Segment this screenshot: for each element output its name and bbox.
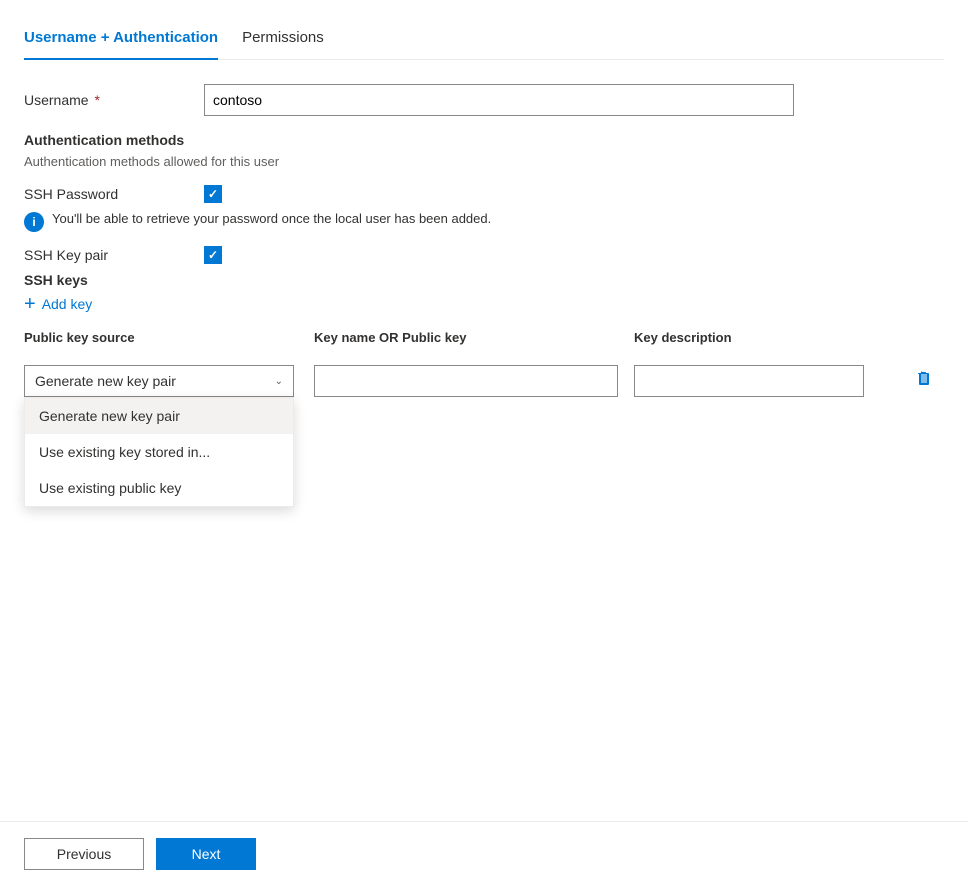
- ssh-keypair-label: SSH Key pair: [24, 247, 204, 263]
- ssh-password-checkbox[interactable]: ✓: [204, 185, 222, 203]
- key-table-header: Public key source Key name OR Public key…: [24, 330, 944, 353]
- auth-methods-title: Authentication methods: [24, 132, 944, 148]
- source-dropdown-menu: Generate new key pair Use existing key s…: [24, 397, 294, 507]
- auth-methods-subtitle: Authentication methods allowed for this …: [24, 154, 944, 169]
- ssh-keys-title: SSH keys: [24, 272, 944, 288]
- ssh-password-label: SSH Password: [24, 186, 204, 202]
- dropdown-option-generate[interactable]: Generate new key pair: [25, 398, 293, 434]
- username-row: Username *: [24, 84, 944, 116]
- ssh-keypair-row: SSH Key pair ✓: [24, 246, 944, 264]
- username-input[interactable]: [204, 84, 794, 116]
- col-header-description: Key description: [634, 330, 944, 345]
- delete-icon: [914, 369, 934, 389]
- dropdown-option-existing-public[interactable]: Use existing public key: [25, 470, 293, 506]
- auth-methods-section: Authentication methods Authentication me…: [24, 132, 944, 264]
- add-key-label: Add key: [42, 296, 93, 312]
- tab-permissions[interactable]: Permissions: [242, 17, 324, 60]
- tab-username-auth[interactable]: Username + Authentication: [24, 17, 218, 60]
- key-description-input[interactable]: [634, 365, 864, 397]
- col-header-name: Key name OR Public key: [314, 330, 634, 345]
- table-row: Generate new key pair ⌄ Generate new key…: [24, 353, 944, 397]
- plus-icon: +: [24, 294, 36, 314]
- key-name-input[interactable]: [314, 365, 618, 397]
- tabs: Username + Authentication Permissions: [24, 16, 944, 60]
- ssh-password-checkmark: ✓: [208, 187, 218, 201]
- ssh-keys-section: SSH keys + Add key Public key source Key…: [24, 272, 944, 397]
- bottom-bar: Previous Next: [0, 821, 968, 886]
- dropdown-option-existing-stored[interactable]: Use existing key stored in...: [25, 434, 293, 470]
- required-star: *: [91, 92, 100, 108]
- next-button[interactable]: Next: [156, 838, 256, 870]
- source-dropdown-wrapper: Generate new key pair ⌄ Generate new key…: [24, 365, 314, 397]
- ssh-keypair-checkmark: ✓: [208, 248, 218, 262]
- key-table: Public key source Key name OR Public key…: [24, 330, 944, 397]
- dropdown-arrow-icon: ⌄: [275, 376, 283, 387]
- add-key-row[interactable]: + Add key: [24, 294, 944, 314]
- source-cell: Generate new key pair ⌄ Generate new key…: [24, 365, 314, 397]
- key-desc-cell: [634, 365, 904, 397]
- username-label: Username *: [24, 92, 204, 108]
- previous-button[interactable]: Previous: [24, 838, 144, 870]
- source-dropdown-selected: Generate new key pair: [35, 373, 176, 389]
- col-header-source: Public key source: [24, 330, 314, 345]
- source-dropdown-button[interactable]: Generate new key pair ⌄: [24, 365, 294, 397]
- key-name-cell: [314, 365, 634, 397]
- ssh-keypair-checkbox[interactable]: ✓: [204, 246, 222, 264]
- ssh-password-info: i You'll be able to retrieve your passwo…: [24, 211, 944, 232]
- ssh-password-row: SSH Password ✓: [24, 185, 944, 203]
- delete-row-button[interactable]: [904, 365, 944, 389]
- info-text: You'll be able to retrieve your password…: [52, 211, 491, 226]
- info-icon: i: [24, 212, 44, 232]
